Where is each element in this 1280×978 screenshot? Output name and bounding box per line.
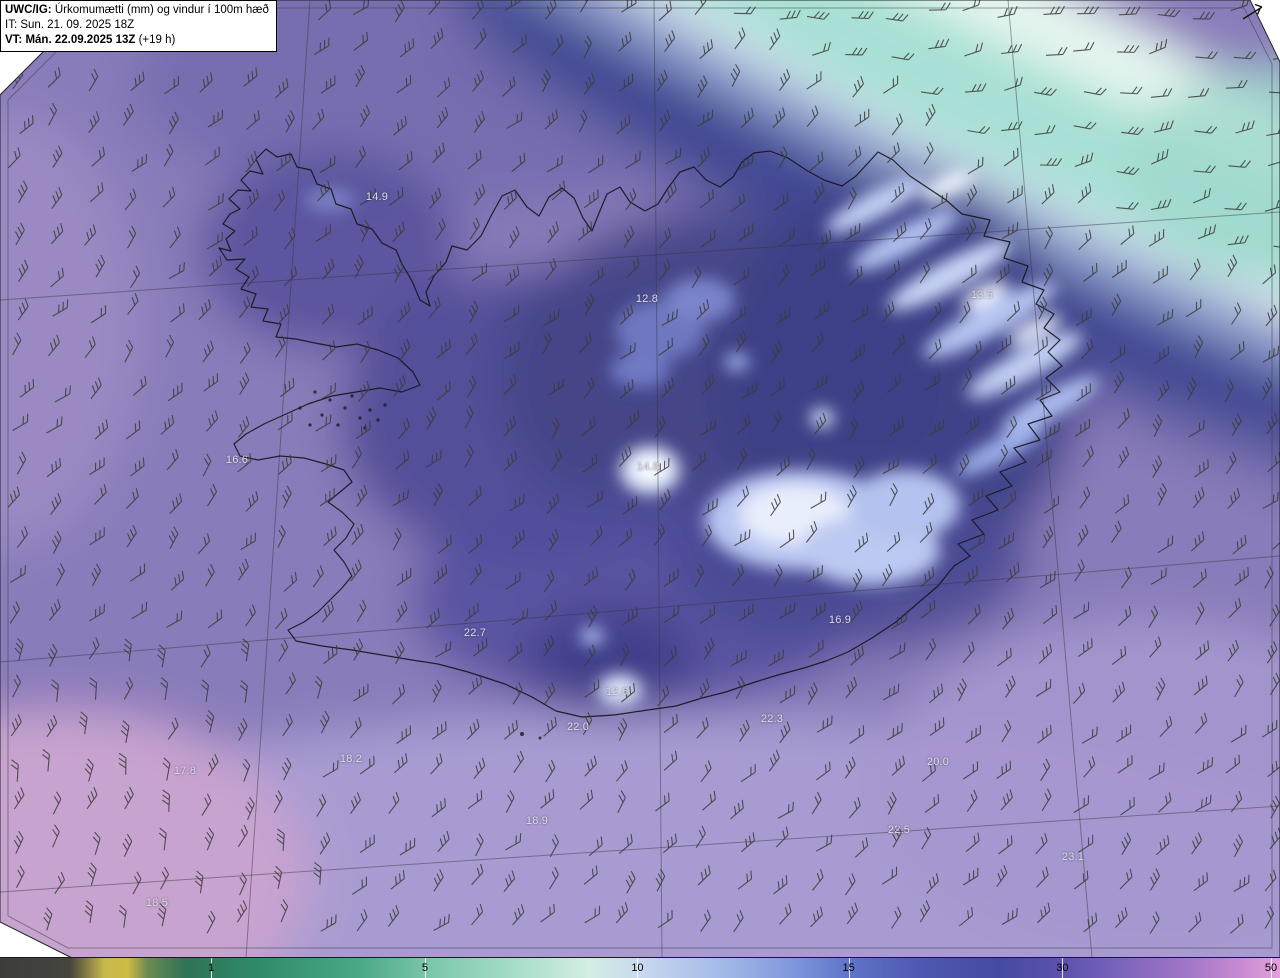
colorbar: 1 5 10 15 30 50 bbox=[0, 957, 1280, 978]
title-line-product: UWC/IG: Úrkomumætti (mm) og vindur í 100… bbox=[5, 3, 269, 18]
colorbar-tick-label: 30 bbox=[1056, 962, 1069, 974]
valid-time: VT: Mán. 22.09.2025 13Z bbox=[5, 33, 136, 46]
weather-map-page: 14.9 12.8 13.5 16.6 14.8 22.7 16.9 12.6 22.0 22.3… bbox=[0, 0, 1280, 978]
lead-time: (+19 h) bbox=[135, 33, 176, 46]
title-line-init: IT: Sun. 21. 09. 2025 18Z bbox=[5, 18, 135, 31]
colorbar-tick-label: 5 bbox=[421, 962, 429, 974]
colorbar-tick-label: 10 bbox=[631, 962, 644, 974]
colorbar-tick-label: 15 bbox=[842, 962, 855, 974]
weather-field-svg bbox=[0, 0, 1280, 958]
colorbar-tick-label: 50 bbox=[1264, 962, 1278, 974]
title-line-valid: VT: Mán. 22.09.2025 13Z (+19 h) bbox=[5, 33, 269, 48]
model-name: UWC/IG: bbox=[5, 4, 52, 16]
corner-wind-barb-icon bbox=[1242, 3, 1263, 20]
map-title-box: UWC/IG: Úrkomumætti (mm) og vindur í 100… bbox=[0, 0, 277, 52]
colorbar-tick-label: 1 bbox=[208, 962, 215, 974]
product-title: Úrkomumætti (mm) og vindur í 100m hæð bbox=[51, 4, 269, 16]
